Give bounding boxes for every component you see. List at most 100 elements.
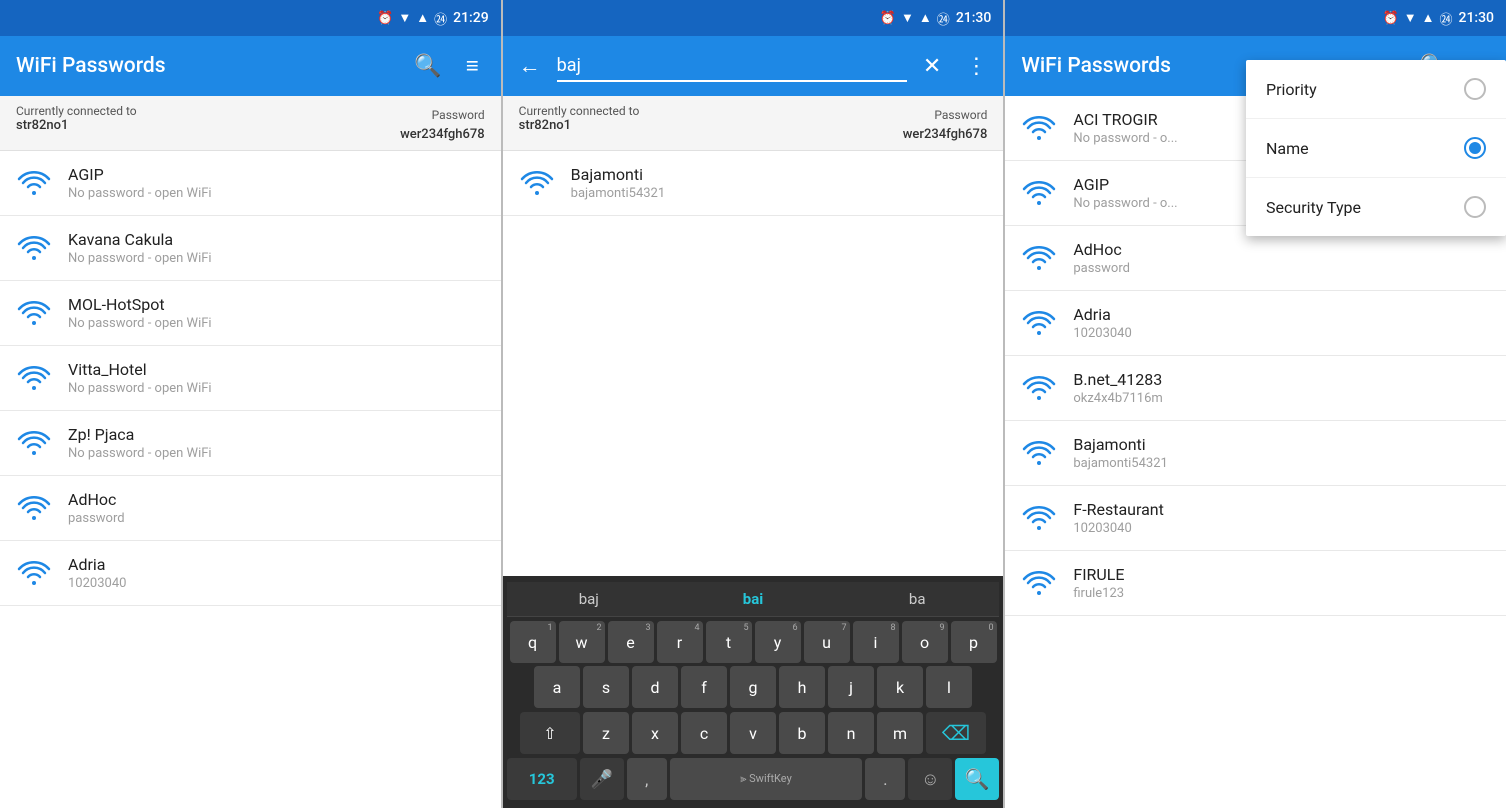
key-g[interactable]: g	[730, 666, 776, 708]
key-emoji[interactable]: ☺	[908, 758, 952, 800]
search-input-2[interactable]: baj	[557, 51, 907, 82]
list-item[interactable]: AGIP No password - open WiFi	[0, 151, 501, 216]
key-l[interactable]: l	[926, 666, 972, 708]
wifi-list-1: AGIP No password - open WiFi Kavana Caku…	[0, 151, 501, 808]
list-item[interactable]: Adria 10203040	[0, 541, 501, 606]
key-b[interactable]: b	[779, 712, 825, 754]
wifi-icon	[1021, 244, 1057, 272]
key-mic[interactable]: 🎤	[580, 758, 624, 800]
key-z[interactable]: z	[583, 712, 629, 754]
key-y[interactable]: 6y	[755, 621, 801, 663]
wifi-name: MOL-HotSpot	[68, 295, 212, 314]
status-time-2: 21:30	[956, 10, 992, 26]
key-space[interactable]: ⫸ SwiftKey	[670, 758, 863, 800]
swiftkey-label: ⫸ SwiftKey	[740, 772, 792, 786]
wifi-icon	[16, 234, 52, 262]
key-v[interactable]: v	[730, 712, 776, 754]
radio-button[interactable]	[1464, 196, 1486, 218]
wifi-password: 10203040	[1073, 521, 1164, 536]
wifi-name: Adria	[1073, 305, 1131, 324]
key-comma[interactable]: ,	[627, 758, 667, 800]
battery-icon-3: ㉔	[1439, 9, 1452, 28]
key-s[interactable]: s	[583, 666, 629, 708]
connected-label-2: Currently connected to	[519, 104, 640, 118]
filter-icon-1[interactable]: ≡	[460, 47, 485, 85]
wifi-password: No password - open WiFi	[68, 446, 212, 461]
key-123[interactable]: 123	[507, 758, 577, 800]
key-q[interactable]: 1q	[510, 621, 556, 663]
search-icon-1[interactable]: 🔍	[408, 48, 447, 85]
key-k[interactable]: k	[877, 666, 923, 708]
list-item[interactable]: Zp! Pjaca No password - open WiFi	[0, 411, 501, 476]
status-time-3: 21:30	[1458, 10, 1494, 26]
wifi-password: bajamonti54321	[571, 186, 666, 201]
list-item[interactable]: MOL-HotSpot No password - open WiFi	[0, 281, 501, 346]
alarm-icon-2: ⏰	[880, 11, 896, 26]
dropdown-item-priority[interactable]: Priority	[1246, 60, 1506, 119]
status-icons-3: ⏰ ▼ ▲ ㉔	[1383, 9, 1453, 28]
key-e[interactable]: 3e	[608, 621, 654, 663]
wifi-icon	[1021, 374, 1057, 402]
key-a[interactable]: a	[534, 666, 580, 708]
key-d[interactable]: d	[632, 666, 678, 708]
password-value-2: wer234fgh678	[903, 127, 988, 142]
list-item[interactable]: AdHoc password	[0, 476, 501, 541]
key-p[interactable]: 0p	[951, 621, 997, 663]
key-i[interactable]: 8i	[853, 621, 899, 663]
wifi-password: 10203040	[68, 576, 126, 591]
suggestion-0[interactable]: baj	[507, 586, 671, 612]
wifi-password: 10203040	[1073, 326, 1131, 341]
wifi-icon	[1021, 309, 1057, 337]
key-j[interactable]: j	[828, 666, 874, 708]
password-label-2: Password	[934, 108, 987, 122]
dropdown-label: Security Type	[1266, 198, 1361, 217]
clear-button-2[interactable]: ✕	[915, 46, 949, 87]
key-c[interactable]: c	[681, 712, 727, 754]
key-w[interactable]: 2w	[559, 621, 605, 663]
list-item[interactable]: Vitta_Hotel No password - open WiFi	[0, 346, 501, 411]
connected-left-2: Currently connected to str82no1	[519, 104, 640, 142]
wifi-password: No password - open WiFi	[68, 251, 212, 266]
wifi-password: No password - o...	[1073, 196, 1177, 211]
key-m[interactable]: m	[877, 712, 923, 754]
kb-num-hints: 1q 2w 3e 4r 5t 6y 7u 8i 9o 0p	[507, 621, 1000, 663]
list-item[interactable]: FIRULE firule123	[1005, 551, 1506, 616]
key-backspace[interactable]: ⌫	[926, 712, 986, 754]
key-h[interactable]: h	[779, 666, 825, 708]
suggestion-1[interactable]: bai	[671, 586, 835, 612]
key-x[interactable]: x	[632, 712, 678, 754]
more-button-2[interactable]: ⋮	[957, 46, 995, 87]
key-o[interactable]: 9o	[902, 621, 948, 663]
list-item[interactable]: Bajamonti bajamonti54321	[1005, 421, 1506, 486]
list-item[interactable]: F-Restaurant 10203040	[1005, 486, 1506, 551]
panel-1: ⏰ ▼ ▲ ㉔ 21:29 WiFi Passwords 🔍 ≡ Current…	[0, 0, 501, 808]
key-shift[interactable]: ⇧	[520, 712, 580, 754]
signal-bars-icon-2: ▲	[919, 10, 932, 26]
key-f[interactable]: f	[681, 666, 727, 708]
key-period[interactable]: .	[865, 758, 905, 800]
dropdown-item-name[interactable]: Name	[1246, 119, 1506, 178]
wifi-icon	[16, 364, 52, 392]
radio-button[interactable]	[1464, 78, 1486, 100]
wifi-icon	[16, 299, 52, 327]
list-item[interactable]: B.net_41283 okz4x4b7116m	[1005, 356, 1506, 421]
list-item[interactable]: Bajamonti bajamonti54321	[503, 151, 1004, 216]
wifi-password: No password - open WiFi	[68, 316, 212, 331]
wifi-name: Bajamonti	[1073, 435, 1168, 454]
key-r[interactable]: 4r	[657, 621, 703, 663]
key-n[interactable]: n	[828, 712, 874, 754]
wifi-name: Adria	[68, 555, 126, 574]
key-t[interactable]: 5t	[706, 621, 752, 663]
list-item[interactable]: Adria 10203040	[1005, 291, 1506, 356]
dropdown-item-security-type[interactable]: Security Type	[1246, 178, 1506, 236]
suggestion-2[interactable]: ba	[835, 586, 999, 612]
key-search[interactable]: 🔍	[955, 758, 999, 800]
back-button-2[interactable]: ←	[511, 45, 549, 87]
wifi-icon	[1021, 439, 1057, 467]
panel-2: ⏰ ▼ ▲ ㉔ 21:30 ← baj ✕ ⋮ Currently connec…	[503, 0, 1004, 808]
radio-button[interactable]	[1464, 137, 1486, 159]
list-item[interactable]: Kavana Cakula No password - open WiFi	[0, 216, 501, 281]
key-u[interactable]: 7u	[804, 621, 850, 663]
connected-label-1: Currently connected to	[16, 104, 137, 118]
wifi-icon	[1021, 504, 1057, 532]
